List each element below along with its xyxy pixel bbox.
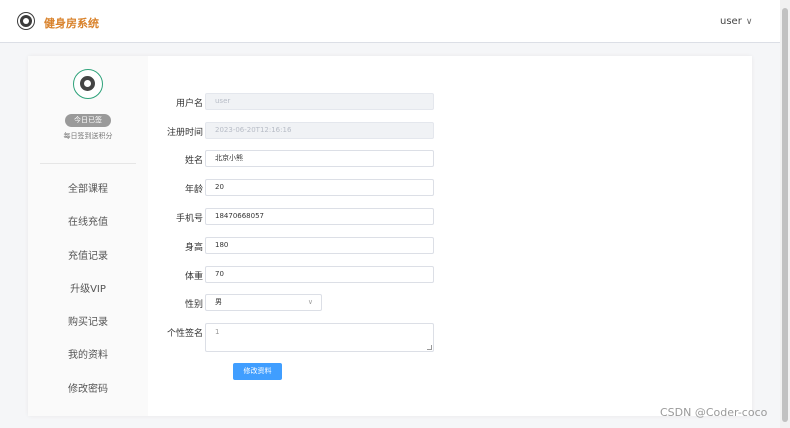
gender-row: 性别 男 ∨ (148, 294, 468, 312)
phone-field[interactable]: 18470668057 (205, 208, 434, 225)
sidebar-item-recharge[interactable]: 在线充值 (28, 213, 148, 246)
avatar (73, 69, 103, 99)
signature-row: 个性签名 1 (148, 323, 468, 352)
gender-label: 性别 (184, 300, 203, 310)
signature-textarea[interactable]: 1 (205, 323, 434, 352)
username-field: user (205, 93, 434, 110)
weight-field[interactable]: 70 (205, 266, 434, 283)
age-field[interactable]: 20 (205, 179, 434, 196)
gender-select[interactable]: 男 ∨ (205, 294, 322, 311)
scrollbar-thumb[interactable] (782, 8, 788, 422)
sidebar-item-all-courses[interactable]: 全部课程 (28, 180, 148, 213)
name-row: 姓名 北京小熊 (148, 150, 468, 168)
weight-label: 体重 (184, 272, 203, 282)
logo-icon (18, 13, 34, 29)
sidebar-item-change-password[interactable]: 修改密码 (28, 380, 148, 413)
name-field[interactable]: 北京小熊 (205, 150, 434, 167)
sidebar-menu: 全部课程 在线充值 充值记录 升级VIP 购买记录 我的资料 修改密码 (28, 180, 148, 413)
sidebar-item-upgrade-vip[interactable]: 升级VIP (28, 280, 148, 313)
chevron-down-icon: ∨ (307, 298, 313, 306)
sidebar-item-my-profile[interactable]: 我的资料 (28, 346, 148, 379)
page-scrollbar[interactable] (780, 0, 790, 428)
name-label: 姓名 (184, 156, 203, 166)
phone-label: 手机号 (175, 214, 203, 224)
user-menu[interactable]: user ∨ (720, 16, 752, 27)
update-profile-button[interactable]: 修改资料 (233, 363, 282, 380)
register-time-label: 注册时间 (166, 128, 203, 138)
height-label: 身高 (184, 243, 203, 253)
watermark: CSDN @Coder-coco (660, 406, 768, 419)
checkin-tip: 每日签到送积分 (63, 132, 113, 140)
username-row: 用户名 user (148, 93, 468, 111)
sidebar-item-recharge-records[interactable]: 充值记录 (28, 247, 148, 280)
register-time-row: 注册时间 2023-06-20T12:16:16 (148, 122, 468, 140)
username-label: 用户名 (175, 99, 203, 109)
weight-row: 体重 70 (148, 266, 468, 284)
signature-label: 个性签名 (166, 329, 203, 339)
age-label: 年龄 (184, 185, 203, 195)
sidebar-item-purchase-records[interactable]: 购买记录 (28, 313, 148, 346)
chevron-down-icon: ∨ (745, 17, 753, 27)
signature-value: 1 (215, 328, 220, 336)
register-time-field: 2023-06-20T12:16:16 (205, 122, 434, 139)
top-bar: 健身房系统 user ∨ (0, 0, 780, 43)
app-title: 健身房系统 (44, 17, 99, 30)
user-menu-label: user (720, 16, 742, 27)
age-row: 年龄 20 (148, 179, 468, 197)
sidebar-divider (40, 163, 136, 164)
checkin-button[interactable]: 今日已签 (65, 114, 111, 127)
resize-handle-icon[interactable] (427, 345, 432, 350)
gender-value: 男 (215, 298, 222, 306)
height-row: 身高 180 (148, 237, 468, 255)
height-field[interactable]: 180 (205, 237, 434, 254)
sidebar: 今日已签 每日签到送积分 全部课程 在线充值 充值记录 升级VIP 购买记录 我… (28, 56, 148, 416)
phone-row: 手机号 18470668057 (148, 208, 468, 226)
